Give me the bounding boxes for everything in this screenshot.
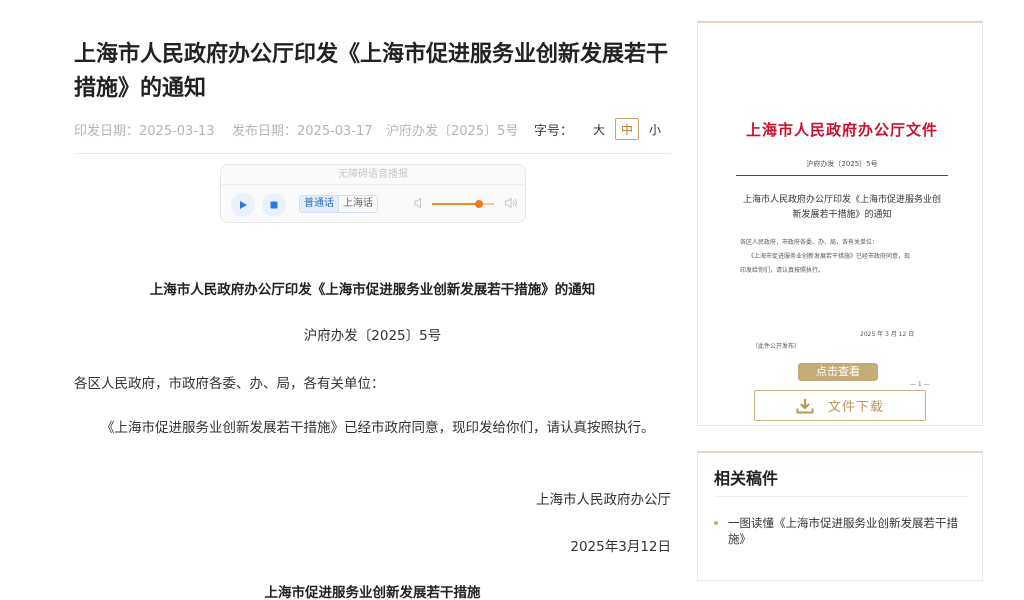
play-icon [240, 201, 247, 209]
publish-date: 发布日期：2025-03-17 [232, 124, 373, 139]
font-size-label: 字号： [533, 123, 573, 139]
font-size-large-button[interactable]: 大 [587, 118, 611, 140]
header-divider [74, 153, 671, 154]
preview-red-line [736, 175, 948, 176]
play-button[interactable] [231, 193, 255, 217]
bullet-dot-icon [714, 521, 718, 525]
preview-date: 2025 年 3 月 12 日 [860, 331, 915, 338]
related-articles-panel: 相关稿件 一图读懂《上海市促进服务业创新发展若干措施》 [697, 451, 983, 581]
speaker-high-icon [505, 197, 517, 209]
volume-slider[interactable] [432, 200, 494, 208]
doc-number: 沪府办发〔2025〕5号 [386, 124, 519, 139]
preview-page-number: — 1 — [910, 381, 930, 388]
body-doc-title: 上海市人民政府办公厅印发《上海市促进服务业创新发展若干措施》的通知 [149, 282, 596, 298]
preview-line-2: 《上海市促进服务业创新发展若干措施》已经市政府同意，现 [748, 253, 911, 260]
preview-line-3: 印发给你们，请认真按照执行。 [740, 267, 825, 274]
lang-mandarin-button[interactable]: 普通话 [300, 196, 338, 212]
stop-button[interactable] [262, 193, 286, 217]
body-doc-number: 沪府办发〔2025〕5号 [303, 328, 442, 344]
preview-publish-note: （此件公开发布） [752, 343, 801, 350]
preview-doc-number: 沪府办发〔2025〕5号 [806, 160, 878, 168]
document-preview-card: 上海市人民政府办公厅文件 沪府办发〔2025〕5号 上海市人民政府办公厅印发《上… [697, 21, 983, 426]
article-meta: 印发日期：2025-03-13 发布日期：2025-03-17 沪府办发〔202… [74, 118, 671, 140]
font-size-small-button[interactable]: 小 [643, 118, 667, 140]
volume-up-button[interactable] [504, 196, 518, 210]
signature-organization: 上海市人民政府办公厅 [536, 492, 671, 508]
signature-date: 2025年3月12日 [570, 539, 671, 555]
view-document-button[interactable]: 点击查看 [798, 363, 878, 381]
stop-icon [270, 201, 278, 209]
body-paragraph: 《上海市促进服务业创新发展若干措施》已经市政府同意，现印发给你们，请认真按照执行… [101, 420, 655, 436]
font-size-medium-button[interactable]: 中 [615, 118, 639, 140]
body-salutation: 各区人民政府，市政府各委、办、局，各有关单位： [74, 376, 385, 392]
font-size-control: 字号： 大 中 小 [534, 118, 667, 140]
download-file-button[interactable]: 文件下载 [754, 390, 926, 421]
body-sub-title: 上海市促进服务业创新发展若干措施 [264, 585, 481, 600]
language-switch: 普通话 上海话 [299, 195, 378, 213]
preview-red-header: 上海市人民政府办公厅文件 [745, 121, 938, 139]
issue-date: 印发日期：2025-03-13 [74, 124, 215, 139]
related-item-label: 一图读懂《上海市促进服务业创新发展若干措施》 [728, 516, 958, 546]
related-divider [714, 496, 968, 497]
lang-shanghainese-button[interactable]: 上海话 [338, 196, 377, 212]
related-title: 相关稿件 [714, 469, 779, 488]
volume-down-button[interactable] [412, 196, 426, 210]
volume-slider-knob[interactable] [474, 200, 483, 208]
page-title: 上海市人民政府办公厅印发《上海市促进服务业创新发展若干措施》的通知 [74, 42, 669, 101]
speaker-low-icon [414, 197, 421, 209]
audio-player-header: 无障碍语音播报 [221, 165, 525, 185]
download-label: 文件下载 [827, 400, 884, 415]
volume-slider-fill [432, 203, 479, 205]
audio-player: 无障碍语音播报 普通话 上海话 [220, 164, 526, 223]
related-item[interactable]: 一图读懂《上海市促进服务业创新发展若干措施》 [714, 515, 970, 547]
preview-line-1: 各区人民政府，市政府各委、办、局，各有关单位： [740, 239, 879, 246]
preview-title: 上海市人民政府办公厅印发《上海市促进服务业创新发展若干措施》的通知 [742, 195, 941, 220]
download-icon [796, 398, 814, 413]
